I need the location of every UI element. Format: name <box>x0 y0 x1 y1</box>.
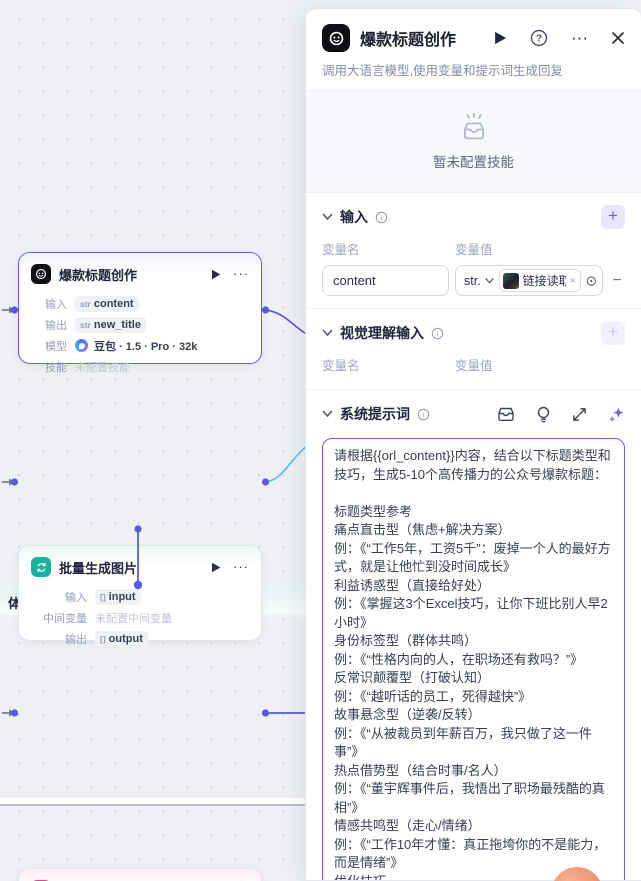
svg-text:i: i <box>423 410 425 419</box>
chevron-down-icon[interactable] <box>322 410 333 418</box>
info-icon: i <box>431 327 444 339</box>
skill-empty-label: 暂未配置技能 <box>433 155 514 170</box>
section-title: 视觉理解输入 <box>340 325 424 341</box>
svg-text:i: i <box>381 213 383 222</box>
col-label-value: 变量值 <box>455 243 493 257</box>
lightbulb-icon[interactable] <box>536 406 551 423</box>
close-icon[interactable] <box>611 31 625 45</box>
add-vision-input-button[interactable]: + <box>601 321 625 345</box>
edge-arrow-icon <box>2 306 15 717</box>
ai-optimize-icon[interactable] <box>608 406 625 423</box>
type-select[interactable]: str. <box>464 274 494 288</box>
reference-tag[interactable]: 链接读取 · c··· <box>498 269 582 292</box>
more-icon[interactable]: ··· <box>571 29 588 46</box>
panel-title: 爆款标题创作 <box>360 32 457 49</box>
expand-icon[interactable] <box>572 407 587 422</box>
system-prompt-section: 系统提示词 i 请根据{{orl_content}}内容，结合以下标题类型和技巧… <box>306 389 641 881</box>
svg-text:?: ? <box>536 34 542 45</box>
help-icon[interactable]: ? <box>530 29 548 47</box>
system-prompt-textarea[interactable]: 请根据{{orl_content}}内容，结合以下标题类型和技巧，生成5-10个… <box>322 438 625 881</box>
add-input-button[interactable]: + <box>601 205 625 229</box>
reference-avatar <box>502 272 519 289</box>
wire-batch-out <box>265 444 309 483</box>
svg-text:i: i <box>437 329 439 338</box>
reference-picker-icon[interactable] <box>586 273 597 289</box>
chevron-down-icon[interactable] <box>322 213 333 221</box>
prompt-text: 请根据{{orl_content}}内容，结合以下标题类型和技巧，生成5-10个… <box>334 448 611 881</box>
variable-value-group: str. 链接读取 · c··· <box>455 265 603 296</box>
col-label-value: 变量值 <box>455 359 493 373</box>
bot-icon <box>322 24 350 52</box>
remove-reference-icon[interactable] <box>570 276 575 285</box>
input-variable-row: content str. 链接读取 · c··· − <box>322 265 625 296</box>
variable-name-input[interactable]: content <box>322 265 449 296</box>
chevron-down-icon[interactable] <box>322 329 333 337</box>
run-icon[interactable] <box>494 31 507 45</box>
section-title: 系统提示词 <box>340 406 410 422</box>
input-section: 输入 i + 变量名 变量值 content str. 链接读取 − <box>306 193 641 308</box>
prompt-library-icon[interactable] <box>497 406 515 422</box>
section-title: 输入 <box>340 209 368 225</box>
node-config-panel: 爆款标题创作 ? ··· 调用大语言模型,使用变量和提示词生成回复 暂未配置技能 <box>305 8 641 881</box>
remove-row-button[interactable]: − <box>609 272 625 290</box>
empty-tray-icon <box>463 112 484 140</box>
chevron-down-icon <box>485 277 494 284</box>
vision-input-section: 视觉理解输入 i + 变量名 变量值 <box>306 308 641 389</box>
col-label-name: 变量名 <box>322 243 360 257</box>
info-icon: i <box>375 211 388 223</box>
info-icon: i <box>417 408 430 420</box>
wire-llm-to-panel <box>265 309 309 336</box>
skill-empty-state: 暂未配置技能 <box>306 90 641 193</box>
workflow-editor-screen: 体 i 爆款标题创作 ··· 输入 strcontent 输出 strnew_t… <box>0 0 641 881</box>
col-label-name: 变量名 <box>322 359 360 373</box>
port-dot <box>10 306 270 717</box>
panel-subtitle: 调用大语言模型,使用变量和提示词生成回复 <box>322 64 563 78</box>
